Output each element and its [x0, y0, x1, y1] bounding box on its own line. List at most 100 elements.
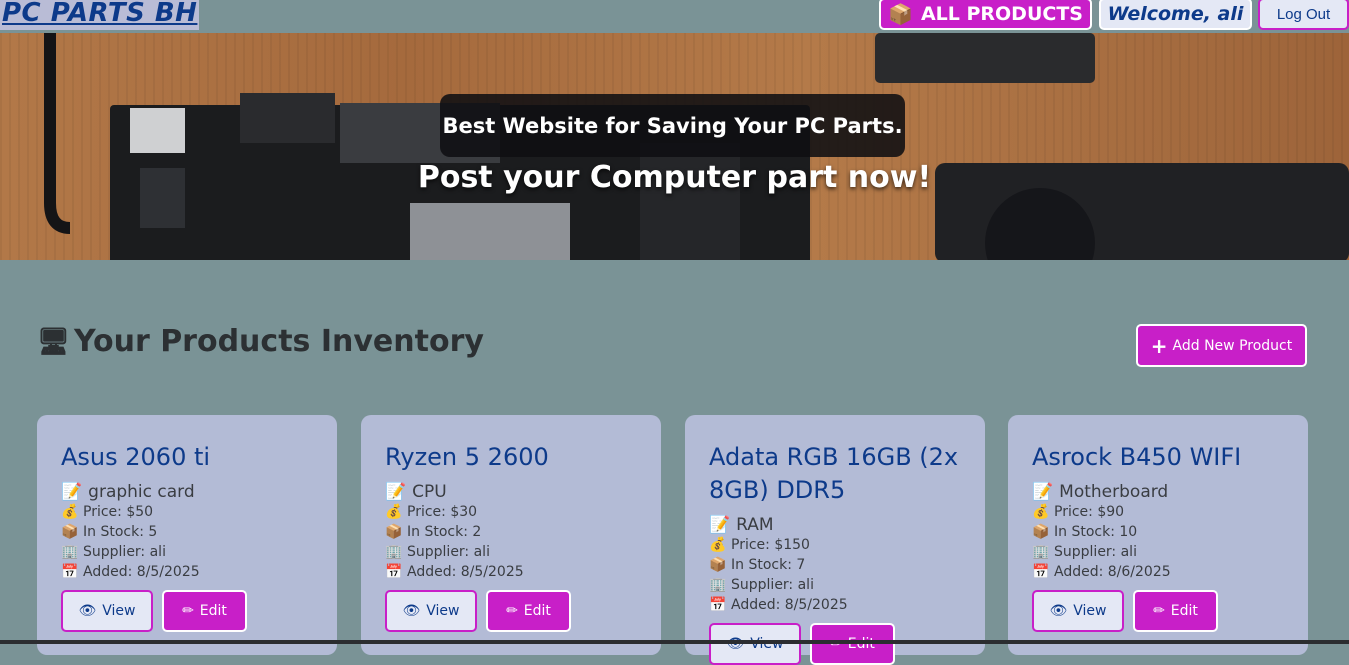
stock-text: In Stock: 7 [731, 557, 806, 573]
added-text: Added: 8/5/2025 [83, 564, 200, 580]
building-icon: 🏢 [61, 544, 79, 560]
eye-icon: 👁 [1049, 603, 1068, 619]
product-category: 📝 graphic card [61, 482, 313, 502]
category-text: graphic card [88, 482, 195, 502]
eye-icon: 👁 [402, 603, 421, 619]
navbar: PC PARTS BH 📦 ALL PRODUCTS Welcome, ali … [0, 0, 1349, 33]
calendar-icon: 📅 [1032, 564, 1050, 580]
edit-label: Edit [1170, 603, 1198, 619]
brand-logo-link[interactable]: PC PARTS BH [0, 0, 200, 30]
added-text: Added: 8/6/2025 [1054, 564, 1171, 580]
supplier-text: Supplier: ali [1054, 544, 1137, 560]
price-text: Price: $30 [407, 504, 478, 520]
product-category: 📝 RAM [709, 515, 961, 535]
eye-icon: 👁 [726, 636, 745, 652]
product-added-date: 📅 Added: 8/5/2025 [385, 562, 637, 582]
view-button[interactable]: 👁 View [709, 623, 801, 665]
building-icon: 🏢 [709, 577, 727, 593]
computer-tower-icon: 🖥 [37, 326, 71, 357]
calendar-icon: 📅 [709, 597, 727, 613]
product-name: Ryzen 5 2600 [385, 443, 549, 471]
price-text: Price: $50 [83, 504, 154, 520]
logout-button[interactable]: Log Out [1258, 0, 1349, 30]
stock-text: In Stock: 5 [83, 524, 158, 540]
add-new-product-button[interactable]: + Add New Product [1136, 324, 1307, 367]
edit-button[interactable]: ✏ Edit [162, 590, 247, 632]
edit-label: Edit [847, 636, 875, 652]
price-text: Price: $90 [1054, 504, 1125, 520]
edit-button[interactable]: ✏ Edit [486, 590, 571, 632]
category-text: CPU [412, 482, 447, 502]
product-added-date: 📅 Added: 8/5/2025 [61, 562, 313, 582]
view-button[interactable]: 👁 View [385, 590, 477, 632]
hero-tagline: Best Website for Saving Your PC Parts. [440, 94, 905, 157]
product-supplier: 🏢 Supplier: ali [385, 542, 637, 562]
all-products-button[interactable]: 📦 ALL PRODUCTS [879, 0, 1092, 30]
category-text: RAM [736, 515, 774, 535]
all-products-label: ALL PRODUCTS [920, 3, 1083, 25]
edit-label: Edit [523, 603, 551, 619]
product-name: Adata RGB 16GB (2x 8GB) DDR5 [709, 443, 959, 504]
product-supplier: 🏢 Supplier: ali [1032, 542, 1284, 562]
price-text: Price: $150 [731, 537, 810, 553]
money-bag-icon: 💰 [709, 537, 727, 553]
edit-button[interactable]: ✏ Edit [810, 623, 895, 665]
product-stock: 📦 In Stock: 2 [385, 522, 637, 542]
product-price: 💰 Price: $90 [1032, 502, 1284, 522]
stock-text: In Stock: 2 [407, 524, 482, 540]
product-name: Asus 2060 ti [61, 443, 211, 471]
product-card: Ryzen 5 2600 📝 CPU 💰 Price: $30 📦 In Stock:… [361, 415, 661, 655]
product-price: 💰 Price: $50 [61, 502, 313, 522]
memo-icon: 📝 [61, 482, 83, 502]
eye-icon: 👁 [78, 603, 97, 619]
product-added-date: 📅 Added: 8/6/2025 [1032, 562, 1284, 582]
view-label: View [102, 603, 136, 619]
supplier-text: Supplier: ali [83, 544, 166, 560]
product-stock: 📦 In Stock: 10 [1032, 522, 1284, 542]
pencil-icon: ✏ [830, 636, 842, 652]
product-category: 📝 Motherboard [1032, 482, 1284, 502]
edit-label: Edit [199, 603, 227, 619]
supplier-text: Supplier: ali [407, 544, 490, 560]
box-icon: 📦 [1032, 524, 1050, 540]
calendar-icon: 📅 [385, 564, 403, 580]
box-icon: 📦 [61, 524, 79, 540]
plus-icon: + [1150, 333, 1168, 358]
view-label: View [426, 603, 460, 619]
added-text: Added: 8/5/2025 [731, 597, 848, 613]
pencil-icon: ✏ [506, 603, 518, 619]
pencil-icon: ✏ [182, 603, 194, 619]
view-button[interactable]: 👁 View [1032, 590, 1124, 632]
view-label: View [750, 636, 784, 652]
box-icon: 📦 [888, 2, 913, 26]
memo-icon: 📝 [1032, 482, 1054, 502]
added-text: Added: 8/5/2025 [407, 564, 524, 580]
product-actions: 👁 View ✏ Edit [385, 590, 637, 632]
inventory-title: Your Products Inventory [74, 324, 484, 359]
view-button[interactable]: 👁 View [61, 590, 153, 632]
product-actions: 👁 View ✏ Edit [1032, 590, 1284, 632]
memo-icon: 📝 [709, 515, 731, 535]
product-actions: 👁 View ✏ Edit [709, 623, 961, 665]
box-icon: 📦 [385, 524, 403, 540]
product-category: 📝 CPU [385, 482, 637, 502]
product-supplier: 🏢 Supplier: ali [61, 542, 313, 562]
edit-button[interactable]: ✏ Edit [1133, 590, 1218, 632]
pencil-icon: ✏ [1153, 603, 1165, 619]
supplier-text: Supplier: ali [731, 577, 814, 593]
product-price: 💰 Price: $150 [709, 535, 961, 555]
calendar-icon: 📅 [61, 564, 79, 580]
product-stock: 📦 In Stock: 5 [61, 522, 313, 542]
window-bottom-edge [0, 640, 1349, 644]
add-new-product-label: Add New Product [1172, 337, 1293, 354]
hero-banner: Best Website for Saving Your PC Parts. P… [0, 33, 1349, 260]
inventory-heading: 🖥 Your Products Inventory [37, 324, 484, 359]
building-icon: 🏢 [385, 544, 403, 560]
stock-text: In Stock: 10 [1054, 524, 1138, 540]
product-supplier: 🏢 Supplier: ali [709, 575, 961, 595]
hero-subtitle: Post your Computer part now! [417, 160, 932, 195]
product-card: Asus 2060 ti 📝 graphic card 💰 Price: $50 📦… [37, 415, 337, 655]
product-stock: 📦 In Stock: 7 [709, 555, 961, 575]
product-added-date: 📅 Added: 8/5/2025 [709, 595, 961, 615]
product-actions: 👁 View ✏ Edit [61, 590, 313, 632]
